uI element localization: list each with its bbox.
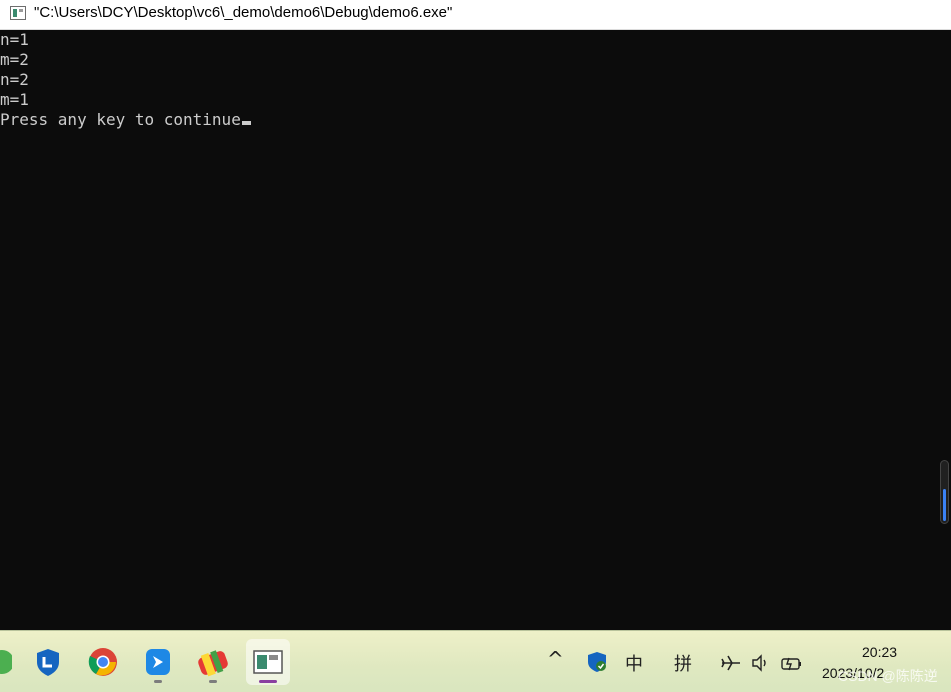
running-indicator: [209, 680, 217, 683]
chrome-icon: [88, 648, 117, 676]
console-line: m=2: [0, 50, 29, 69]
scrollbar-thumb[interactable]: [943, 489, 946, 521]
console-app-icon: [253, 650, 283, 674]
taskbar-app-vc6[interactable]: [191, 639, 235, 685]
volume-icon[interactable]: [750, 653, 772, 678]
console-window-icon: [10, 6, 26, 20]
console-output[interactable]: n=1 m=2 n=2 m=1 Press any key to continu…: [0, 30, 951, 630]
text-cursor: [241, 121, 251, 125]
partial-green-app-icon: [0, 650, 12, 674]
taskbar: ^ 中 拼: [0, 630, 951, 692]
console-line: n=2: [0, 70, 29, 89]
console-line: n=1: [0, 30, 29, 49]
taskbar-app-shield[interactable]: [26, 639, 70, 685]
shield-app-icon: [37, 649, 59, 676]
taskbar-app-chrome[interactable]: [81, 639, 125, 685]
active-indicator: [259, 680, 277, 683]
battery-icon[interactable]: [780, 653, 804, 678]
watermark: CSDN @陈陈逆: [838, 668, 938, 684]
ime-chinese-indicator[interactable]: 中: [625, 650, 643, 676]
vertical-scrollbar[interactable]: [940, 460, 949, 524]
taskbar-app-console[interactable]: [246, 639, 290, 685]
show-hidden-icons-button[interactable]: ^: [547, 647, 564, 671]
defender-icon[interactable]: [586, 651, 608, 678]
console-line: m=1: [0, 90, 29, 109]
ime-pinyin-indicator[interactable]: 拼: [674, 650, 692, 676]
window-title: "C:\Users\DCY\Desktop\vc6\_demo\demo6\De…: [34, 4, 453, 21]
continue-prompt: Press any key to continue: [0, 110, 241, 129]
taskbar-app-partial[interactable]: [0, 639, 14, 685]
clock-time[interactable]: 20:23: [862, 644, 897, 660]
running-indicator: [154, 680, 162, 683]
console-prompt-line: Press any key to continue: [0, 110, 951, 130]
title-bar[interactable]: "C:\Users\DCY\Desktop\vc6\_demo\demo6\De…: [0, 0, 951, 30]
vc6-icon: [198, 650, 228, 677]
feishu-icon: [146, 649, 170, 675]
airplane-icon[interactable]: [720, 653, 742, 678]
taskbar-app-feishu[interactable]: [136, 639, 180, 685]
